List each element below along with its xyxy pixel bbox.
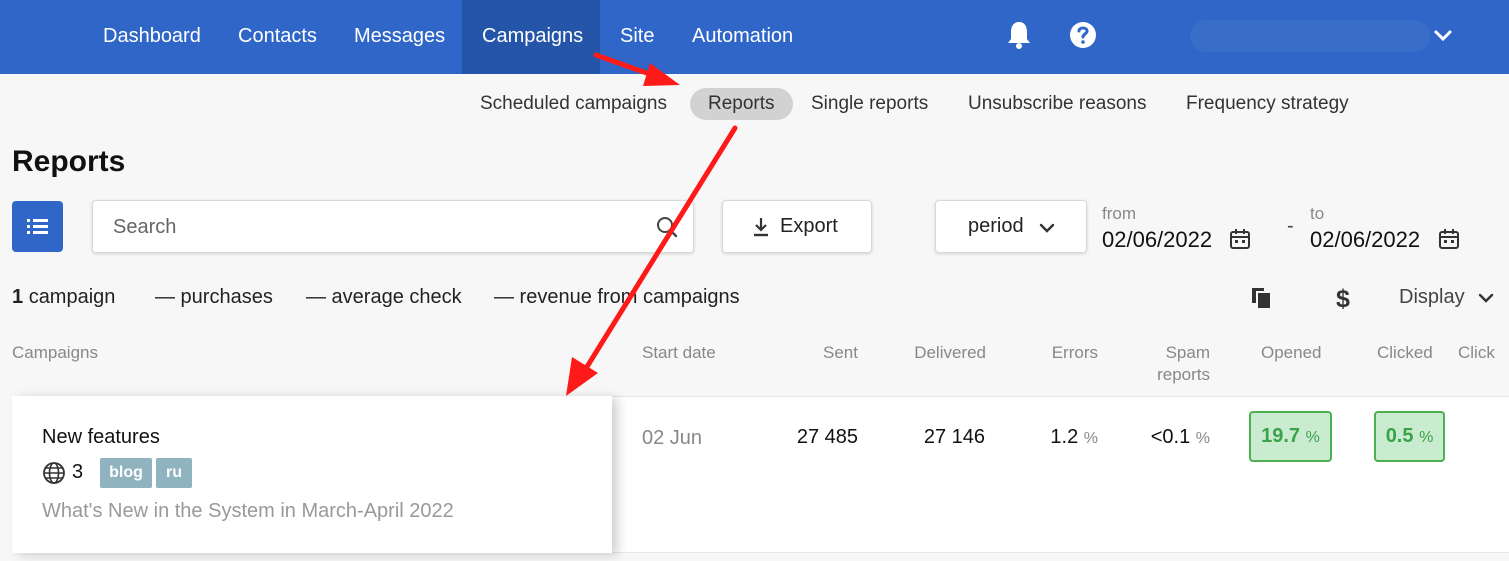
globe-icon xyxy=(43,462,65,484)
purchases-summary: — purchases xyxy=(155,286,273,308)
calendar-icon[interactable] xyxy=(1437,227,1461,251)
subnav-frequency-strategy[interactable]: Frequency strategy xyxy=(1186,88,1349,120)
subnav-unsubscribe-reasons[interactable]: Unsubscribe reasons xyxy=(968,88,1146,120)
col-header-clicked[interactable]: Clicked xyxy=(1377,342,1433,364)
date-range-separator: - xyxy=(1287,215,1294,237)
help-icon[interactable] xyxy=(1069,19,1097,51)
list-view-button[interactable] xyxy=(12,201,63,252)
to-label: to xyxy=(1310,204,1325,223)
download-icon xyxy=(754,218,768,237)
percent-sign: % xyxy=(1195,430,1210,447)
export-label: Export xyxy=(780,215,838,237)
clicked-rate-badge[interactable]: 0.5 % xyxy=(1374,411,1445,462)
list-icon xyxy=(27,219,48,234)
percent-sign: % xyxy=(1083,430,1098,447)
search-icon[interactable] xyxy=(655,215,679,239)
col-header-campaigns[interactable]: Campaigns xyxy=(12,342,98,364)
search-box xyxy=(92,200,694,253)
svg-text:$: $ xyxy=(1336,285,1350,311)
col-header-start-date[interactable]: Start date xyxy=(642,342,716,364)
page-title: Reports xyxy=(12,145,126,178)
chevron-down-icon[interactable] xyxy=(1432,24,1454,46)
search-input[interactable] xyxy=(113,213,653,241)
campaign-count-label: campaign xyxy=(28,286,116,308)
campaign-count-summary: 1 campaign xyxy=(12,286,115,309)
nav-item-site[interactable]: Site xyxy=(620,0,654,74)
subnav-reports[interactable]: Reports xyxy=(690,88,793,120)
col-header-spam-reports[interactable]: Spam reports xyxy=(1130,342,1210,386)
subnav-single-reports[interactable]: Single reports xyxy=(811,88,928,120)
col-header-opened[interactable]: Opened xyxy=(1261,342,1322,364)
period-label: period xyxy=(968,215,1024,237)
campaign-card[interactable]: New features 3 blog ru What's New in the… xyxy=(12,396,612,553)
export-button[interactable]: Export xyxy=(722,200,872,253)
display-dropdown[interactable]: Display xyxy=(1399,286,1494,309)
start-date-cell: 02 Jun xyxy=(642,427,703,449)
subnav-scheduled-campaigns[interactable]: Scheduled campaigns xyxy=(480,88,667,120)
sent-cell: 27 485 xyxy=(796,426,858,448)
revenue-summary: — revenue from campaigns xyxy=(494,286,740,308)
tag-ru[interactable]: ru xyxy=(156,458,192,488)
spam-value: <0.1 xyxy=(1150,426,1191,448)
col-header-sent[interactable]: Sent xyxy=(790,342,858,364)
col-header-errors[interactable]: Errors xyxy=(1020,342,1098,364)
dollar-icon[interactable]: $ xyxy=(1330,285,1356,311)
col-header-delivered[interactable]: Delivered xyxy=(890,342,986,364)
chevron-down-icon xyxy=(1478,293,1494,303)
col-header-spam-line1: Spam xyxy=(1165,343,1210,362)
average-check-summary: — average check xyxy=(306,286,462,308)
bell-icon[interactable] xyxy=(1005,19,1033,51)
annotation-arrowhead xyxy=(566,357,598,396)
campaign-name[interactable]: New features xyxy=(42,426,160,449)
opened-rate-badge[interactable]: 19.7 % xyxy=(1249,411,1332,462)
top-navigation: Dashboard Contacts Messages Campaigns Si… xyxy=(0,0,1509,74)
display-label: Display xyxy=(1399,286,1465,308)
from-date-field[interactable]: 02/06/2022 xyxy=(1102,227,1212,253)
spam-cell: <0.1 % xyxy=(1130,426,1210,449)
copy-icon[interactable] xyxy=(1249,285,1275,311)
calendar-icon[interactable] xyxy=(1228,227,1252,251)
errors-cell: 1.2 % xyxy=(1030,426,1098,449)
nav-item-automation[interactable]: Automation xyxy=(692,0,793,74)
percent-sign: % xyxy=(1419,429,1434,446)
user-account-area[interactable] xyxy=(1190,20,1430,52)
opened-value: 19.7 xyxy=(1261,425,1301,447)
clicked-value: 0.5 xyxy=(1385,425,1414,447)
nav-item-dashboard[interactable]: Dashboard xyxy=(103,0,201,74)
errors-value: 1.2 xyxy=(1050,426,1079,448)
col-header-spam-line2: reports xyxy=(1157,365,1210,384)
delivered-cell: 27 146 xyxy=(923,426,985,448)
chevron-down-icon xyxy=(1039,223,1055,233)
col-header-clicks-partial[interactable]: Click xyxy=(1458,342,1495,364)
nav-item-messages[interactable]: Messages xyxy=(354,0,445,74)
period-select[interactable]: period xyxy=(935,200,1087,253)
site-count: 3 xyxy=(72,461,84,483)
percent-sign: % xyxy=(1305,429,1320,446)
to-date-field[interactable]: 02/06/2022 xyxy=(1310,227,1420,253)
from-label: from xyxy=(1102,204,1136,223)
nav-item-campaigns[interactable]: Campaigns xyxy=(462,0,600,74)
nav-item-contacts[interactable]: Contacts xyxy=(238,0,317,74)
campaign-subject: What's New in the System in March-April … xyxy=(42,500,454,522)
campaign-count: 1 xyxy=(12,286,24,308)
tag-blog[interactable]: blog xyxy=(100,458,152,488)
